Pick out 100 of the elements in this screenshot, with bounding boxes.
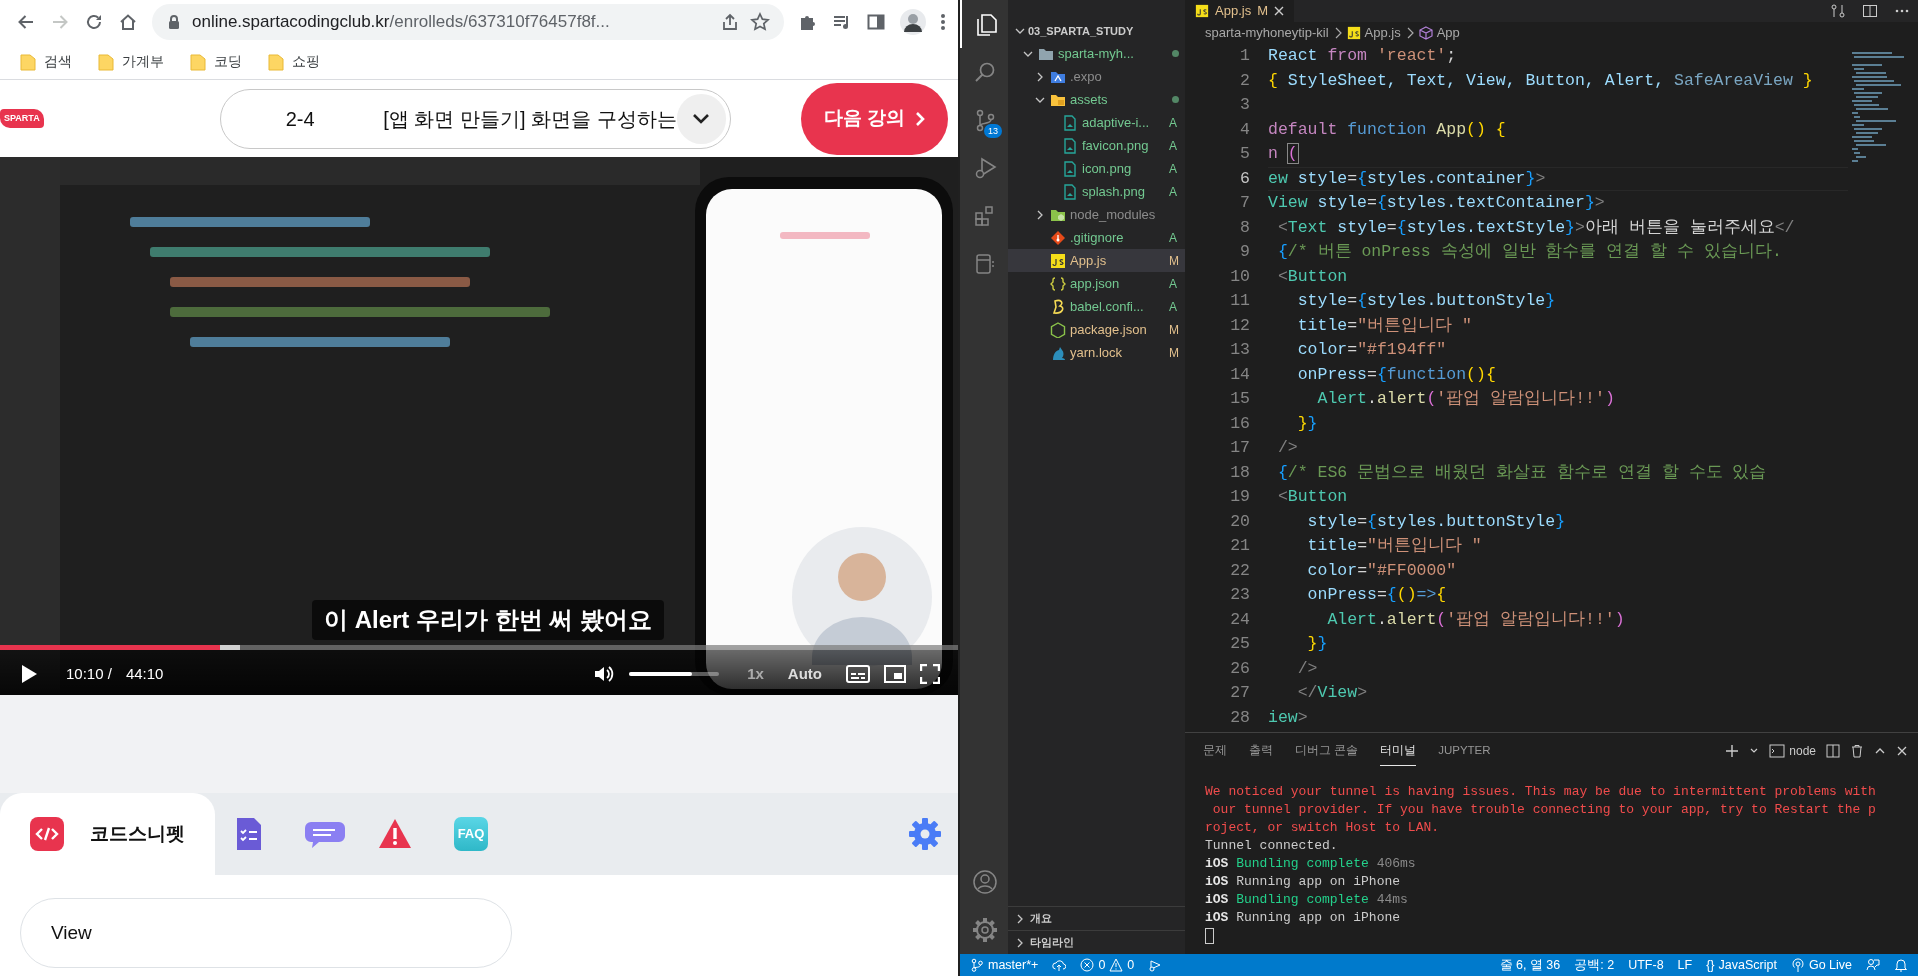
- feedback-icon[interactable]: [1866, 958, 1880, 972]
- bookmark-link[interactable]: 검색: [44, 51, 72, 72]
- reload-icon[interactable]: [84, 12, 104, 32]
- quality-setting[interactable]: Auto: [787, 662, 822, 686]
- subtitle-text: 이 Alert 우리가 한번 써 봤어요: [312, 600, 665, 640]
- line-number: 22: [1229, 559, 1250, 582]
- play-icon[interactable]: [20, 664, 38, 684]
- file-name[interactable]: splash.png: [1082, 181, 1165, 202]
- terminal-profile[interactable]: node: [1789, 742, 1816, 760]
- section-header[interactable]: 타임라인: [1030, 934, 1074, 951]
- snippet-search-field[interactable]: View: [20, 898, 512, 968]
- compare-icon[interactable]: [1830, 3, 1846, 19]
- file-name[interactable]: .gitignore: [1070, 227, 1165, 248]
- panel-tab[interactable]: JUPYTER: [1438, 736, 1491, 766]
- line-number: 20: [1229, 510, 1250, 533]
- address-bar[interactable]: online.spartacodingclub.kr/enrolleds/637310f76457f8f...: [152, 4, 784, 40]
- add-icon[interactable]: [1725, 744, 1740, 758]
- notebook-icon[interactable]: [973, 252, 997, 276]
- file-name[interactable]: package.json: [1070, 319, 1165, 340]
- terminal-line: our tunnel provider. If you have trouble connecting to your app, try to Restart the p: [1211, 801, 1877, 819]
- git-status: M: [1169, 321, 1179, 339]
- star-icon[interactable]: [750, 12, 770, 32]
- close-icon[interactable]: [1274, 6, 1284, 16]
- file-name[interactable]: babel.confi...: [1070, 296, 1165, 317]
- panel-tab[interactable]: 터미널: [1380, 735, 1417, 767]
- avatar-icon[interactable]: [900, 9, 926, 35]
- terminal-line: iOS Bundling complete 406ms: [1205, 855, 1417, 873]
- site-logo[interactable]: SPARTA: [0, 108, 44, 129]
- code-line: {/* ES6 문법으로 배웠던 화살표 함수로 연결 할 수도 있습: [1276, 461, 1768, 484]
- bookmark-link[interactable]: 가계부: [122, 51, 164, 72]
- line-ending[interactable]: LF: [1677, 955, 1693, 975]
- share-icon[interactable]: [720, 12, 740, 32]
- folder-name[interactable]: .expo: [1070, 66, 1179, 87]
- bookmark-link[interactable]: 코딩: [214, 51, 242, 72]
- encoding[interactable]: UTF-8: [1628, 955, 1664, 975]
- captions-icon[interactable]: [846, 665, 870, 683]
- branch-icon[interactable]: [970, 958, 984, 972]
- settings-icon[interactable]: [908, 817, 942, 851]
- indentation[interactable]: 공백: 2: [1574, 955, 1615, 975]
- go-live-button[interactable]: Go Live: [1808, 955, 1852, 975]
- folder-name[interactable]: assets: [1070, 89, 1168, 110]
- playback-speed[interactable]: 1x: [747, 662, 764, 686]
- close-icon[interactable]: [1896, 745, 1908, 757]
- file-name[interactable]: app.json: [1070, 273, 1165, 294]
- editor-tab[interactable]: App.js M: [1185, 0, 1294, 22]
- home-icon[interactable]: [118, 12, 138, 32]
- panel-tab[interactable]: 출력: [1249, 736, 1273, 766]
- git-status: M: [1169, 252, 1179, 270]
- folder-name[interactable]: sparta-myh...: [1058, 43, 1168, 64]
- warning-count[interactable]: 0: [1127, 955, 1135, 975]
- error-count[interactable]: 0: [1098, 955, 1106, 975]
- file-name[interactable]: App.js: [1070, 250, 1165, 271]
- split-terminal-icon[interactable]: [1826, 744, 1840, 758]
- section-header[interactable]: 03_SPARTA_STUDY: [1028, 22, 1134, 40]
- bookmark-link[interactable]: 쇼핑: [292, 51, 320, 72]
- cloud-upload-icon[interactable]: [1052, 958, 1067, 972]
- volume-icon[interactable]: [593, 664, 616, 684]
- code-line: Alert.alert('팝업 알람입니다!!'): [1316, 388, 1616, 410]
- broadcast-icon[interactable]: [1790, 958, 1805, 972]
- trash-icon[interactable]: [1850, 744, 1864, 758]
- code-line: }}: [1296, 412, 1319, 435]
- bell-icon[interactable]: [1894, 958, 1908, 972]
- snippet-tab[interactable]: 코드스니펫: [0, 793, 215, 875]
- file-name[interactable]: yarn.lock: [1070, 342, 1165, 363]
- section-header[interactable]: 개요: [1030, 910, 1052, 927]
- search-icon[interactable]: [973, 60, 997, 84]
- run-debug-icon[interactable]: [1148, 958, 1163, 972]
- code-line: />: [1296, 657, 1319, 680]
- breadcrumb-item[interactable]: sparta-myhoneytip-kil: [1205, 23, 1329, 43]
- dropdown-button[interactable]: [676, 93, 726, 144]
- file-name[interactable]: adaptive-i...: [1082, 112, 1165, 133]
- warning-icon[interactable]: [1109, 958, 1124, 972]
- miniplayer-icon[interactable]: [884, 665, 906, 683]
- file-name[interactable]: favicon.png: [1082, 135, 1165, 156]
- breadcrumb-item[interactable]: App: [1436, 23, 1460, 43]
- language-mode[interactable]: JavaScript: [1718, 955, 1777, 975]
- progress-bar[interactable]: [0, 645, 958, 650]
- panel-tab[interactable]: 문제: [1203, 736, 1227, 766]
- file-name[interactable]: icon.png: [1082, 158, 1165, 179]
- menu-icon[interactable]: [940, 12, 946, 32]
- branch-name[interactable]: master*+: [988, 955, 1039, 975]
- language-braces[interactable]: {}: [1706, 955, 1715, 975]
- js-file-icon: [1195, 4, 1209, 18]
- cursor-position[interactable]: 줄 6, 열 36: [1499, 955, 1561, 975]
- duration: 44:10: [125, 664, 164, 682]
- next-lesson-button[interactable]: 다음 강의: [801, 82, 948, 155]
- account-icon[interactable]: [972, 869, 998, 895]
- panel-tab[interactable]: 디버그 콘솔: [1295, 736, 1359, 766]
- volume-slider[interactable]: [629, 672, 720, 676]
- error-icon[interactable]: [1080, 958, 1095, 972]
- fullscreen-icon[interactable]: [920, 664, 940, 684]
- breadcrumb-item[interactable]: App.js: [1364, 23, 1401, 43]
- line-number: 2: [1239, 69, 1250, 92]
- run-debug-icon[interactable]: [973, 156, 997, 180]
- folder-name[interactable]: node_modules: [1070, 204, 1179, 225]
- settings-icon[interactable]: [972, 917, 998, 943]
- split-editor-icon[interactable]: [1862, 3, 1878, 19]
- line-number: 19: [1229, 486, 1250, 508]
- code-line: iew>: [1268, 706, 1309, 729]
- side-panel-icon[interactable]: [866, 12, 886, 32]
